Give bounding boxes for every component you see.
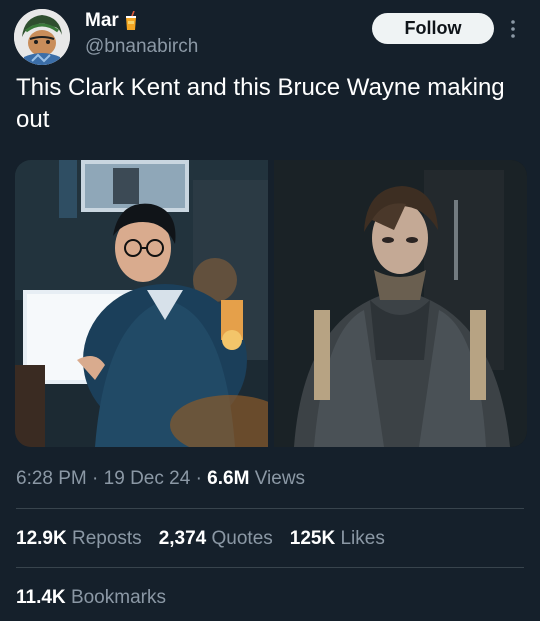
quotes-count: 2,374 — [158, 528, 207, 549]
quotes-stat[interactable]: 2,374 Quotes — [159, 528, 273, 550]
avatar[interactable] — [14, 9, 70, 65]
author-handle[interactable]: @bnanabirch — [85, 36, 198, 58]
divider — [16, 567, 524, 568]
display-name[interactable]: Mar — [85, 10, 119, 32]
bookmarks-count: 11.4K — [16, 587, 66, 608]
meta-separator: · — [195, 468, 202, 489]
tweet-date[interactable]: 19 Dec 24 — [104, 468, 191, 489]
follow-button[interactable]: Follow — [372, 13, 494, 44]
likes-stat[interactable]: 125K Likes — [290, 528, 385, 550]
views-count: 6.6M — [207, 468, 250, 489]
divider — [16, 508, 524, 509]
bruce-wayne-photo[interactable] — [274, 160, 527, 447]
tweet-text: This Clark Kent and this Bruce Wayne mak… — [16, 74, 505, 133]
avatar-illustration — [14, 9, 70, 65]
reposts-count: 12.9K — [16, 528, 67, 549]
clark-kent-photo[interactable] — [15, 160, 268, 447]
drink-emoji-icon — [123, 10, 139, 31]
quotes-label: Quotes — [211, 528, 273, 549]
reposts-stat[interactable]: 12.9K Reposts — [16, 528, 142, 550]
views-label: Views — [254, 468, 306, 489]
bookmarks-label: Bookmarks — [70, 587, 166, 608]
likes-label: Likes — [340, 528, 385, 549]
reposts-label: Reposts — [71, 528, 142, 549]
more-vertical-icon[interactable] — [508, 18, 518, 40]
tweet-media[interactable] — [15, 160, 527, 447]
engagement-stats: 12.9K Reposts 2,374 Quotes 125K Likes — [16, 528, 385, 550]
likes-count: 125K — [289, 528, 336, 549]
meta-separator: · — [92, 468, 99, 489]
tweet-time[interactable]: 6:28 PM — [16, 468, 87, 489]
author-name-row[interactable]: Mar — [85, 10, 139, 32]
bookmarks-stat[interactable]: 11.4K Bookmarks — [16, 587, 166, 609]
tweet-meta: 6:28 PM · 19 Dec 24 · 6.6M Views — [16, 468, 305, 490]
